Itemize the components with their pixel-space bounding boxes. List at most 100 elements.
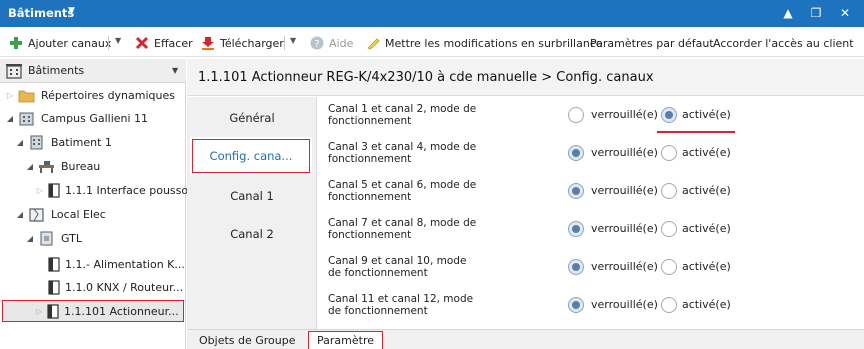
parameter-label: Canal 1 et canal 2, mode de fonctionneme… bbox=[328, 103, 477, 127]
buildings-icon bbox=[6, 64, 22, 79]
download-dropdown-icon[interactable]: ▼ bbox=[290, 36, 296, 45]
highlight-changes-label: Mettre les modifications en surbrillance bbox=[385, 36, 603, 50]
default-params-label: Paramètres par défaut bbox=[590, 36, 714, 50]
delete-button[interactable]: Effacer bbox=[135, 34, 193, 52]
room-icon bbox=[28, 207, 45, 222]
device-icon bbox=[48, 279, 60, 295]
radio-active-label[interactable]: activé(e) bbox=[682, 146, 731, 159]
tree-item-label: 1.1.1 Interface pousso... bbox=[65, 183, 199, 197]
add-channels-dropdown-icon[interactable]: ▼ bbox=[115, 36, 121, 45]
radio-active[interactable] bbox=[661, 297, 677, 313]
radio-locked-label[interactable]: verrouillé(e) bbox=[591, 298, 658, 311]
collapse-arrow-icon[interactable]: ◢ bbox=[14, 210, 26, 219]
device-icon bbox=[47, 303, 59, 319]
help-button[interactable]: ? Aide bbox=[310, 34, 353, 52]
radio-active[interactable] bbox=[661, 259, 677, 275]
tree-item-routeur[interactable]: 1.1.0 KNX / Routeur... bbox=[46, 277, 183, 297]
parameter-list: Canal 1 et canal 2, mode de fonctionneme… bbox=[318, 97, 864, 329]
add-channels-button[interactable]: Ajouter canaux bbox=[9, 34, 111, 52]
default-params-button[interactable]: Paramètres par défaut bbox=[590, 34, 714, 52]
radio-locked-label[interactable]: verrouillé(e) bbox=[591, 184, 658, 197]
highlighter-icon bbox=[366, 36, 380, 50]
radio-active[interactable] bbox=[661, 221, 677, 237]
window-titlebar: Bâtiments ▼ ▲ ❐ ✕ bbox=[0, 0, 864, 27]
building-icon bbox=[18, 111, 35, 126]
parameter-nav: Général Config. cana... Canal 1 Canal 2 bbox=[187, 97, 317, 329]
desk-icon bbox=[38, 159, 55, 174]
parameter-label: Canal 9 et canal 10, mode de fonctionnem… bbox=[328, 255, 467, 279]
grant-access-button[interactable]: Accorder l'accès au client bbox=[713, 34, 854, 52]
building-icon bbox=[28, 135, 45, 150]
nav-canal-1[interactable]: Canal 1 bbox=[187, 177, 317, 215]
folder-icon bbox=[18, 88, 35, 103]
tree-item-interface[interactable]: ▷ 1.1.1 Interface pousso... bbox=[34, 180, 198, 200]
tree-item-gtl[interactable]: ◢ GTL bbox=[24, 228, 82, 248]
close-button[interactable]: ✕ bbox=[834, 3, 856, 23]
expand-arrow-icon[interactable]: ▷ bbox=[34, 186, 46, 195]
radio-locked[interactable] bbox=[568, 107, 584, 123]
tree-item-bureau[interactable]: ◢ Bureau bbox=[24, 156, 100, 176]
tree-item-local-elec[interactable]: ◢ Local Elec bbox=[14, 204, 106, 224]
parameter-row: Canal 11 et canal 12, mode de fonctionne… bbox=[318, 287, 864, 325]
parameter-label: Canal 3 et canal 4, mode de fonctionneme… bbox=[328, 141, 477, 165]
nav-config-canaux[interactable]: Config. cana... bbox=[190, 137, 312, 175]
radio-locked-label[interactable]: verrouillé(e) bbox=[591, 260, 658, 273]
radio-locked[interactable] bbox=[568, 145, 584, 161]
collapse-arrow-icon[interactable]: ◢ bbox=[14, 138, 26, 147]
tree-item-batiment-1[interactable]: ◢ Batiment 1 bbox=[14, 132, 112, 152]
tree-item-actionneur[interactable]: ▷ 1.1.101 Actionneur... bbox=[2, 300, 184, 322]
nav-canal-2[interactable]: Canal 2 bbox=[187, 215, 317, 253]
tab-group-objects[interactable]: Objets de Groupe bbox=[191, 332, 304, 349]
radio-active-label[interactable]: activé(e) bbox=[682, 298, 731, 311]
radio-active-label[interactable]: activé(e) bbox=[682, 260, 731, 273]
delete-label: Effacer bbox=[154, 36, 193, 50]
parameter-row: Canal 1 et canal 2, mode de fonctionneme… bbox=[318, 97, 864, 135]
tree-item-label: 1.1.- Alimentation K... bbox=[65, 257, 185, 271]
title-dropdown-icon[interactable]: ▼ bbox=[68, 6, 75, 16]
radio-locked[interactable] bbox=[568, 183, 584, 199]
window-title: Bâtiments bbox=[8, 6, 75, 20]
highlight-changes-button[interactable]: Mettre les modifications en surbrillance bbox=[366, 34, 603, 52]
tree-item-label: Campus Gallieni 11 bbox=[41, 111, 149, 125]
radio-active[interactable] bbox=[661, 107, 677, 123]
device-icon bbox=[48, 182, 60, 198]
collapse-arrow-icon[interactable]: ◢ bbox=[4, 114, 16, 123]
radio-active-label[interactable]: activé(e) bbox=[682, 184, 731, 197]
radio-locked-label[interactable]: verrouillé(e) bbox=[591, 146, 658, 159]
collapse-arrow-icon[interactable]: ◢ bbox=[24, 234, 36, 243]
radio-active-label[interactable]: activé(e) bbox=[682, 108, 731, 121]
building-tree: ▷ Répertoires dynamiques ◢ Campus Gallie… bbox=[0, 83, 198, 349]
radio-active-label[interactable]: activé(e) bbox=[682, 222, 731, 235]
radio-locked[interactable] bbox=[568, 221, 584, 237]
tree-item-campus[interactable]: ◢ Campus Gallieni 11 bbox=[4, 108, 148, 128]
cabinet-icon bbox=[38, 231, 55, 246]
tree-item-label: 1.1.101 Actionneur... bbox=[64, 304, 179, 318]
help-label: Aide bbox=[329, 36, 354, 50]
svg-text:?: ? bbox=[314, 39, 319, 50]
radio-locked-label[interactable]: verrouillé(e) bbox=[591, 222, 658, 235]
expand-arrow-icon[interactable]: ▷ bbox=[33, 307, 45, 316]
collapse-arrow-icon[interactable]: ◢ bbox=[24, 162, 36, 171]
radio-locked-label[interactable]: verrouillé(e) bbox=[591, 108, 658, 121]
add-channels-label: Ajouter canaux bbox=[28, 36, 112, 50]
tree-panel-dropdown-icon[interactable]: ▼ bbox=[172, 66, 178, 75]
download-label: Télécharger bbox=[220, 36, 284, 50]
tree-item-alimentation[interactable]: 1.1.- Alimentation K... bbox=[46, 254, 185, 274]
radio-active[interactable] bbox=[661, 145, 677, 161]
download-button[interactable]: Télécharger bbox=[201, 34, 284, 52]
tree-item-dynamic-folders[interactable]: ▷ Répertoires dynamiques bbox=[4, 85, 175, 105]
tree-panel-header: Bâtiments ▼ bbox=[0, 59, 186, 83]
tab-parameter[interactable]: Paramètre bbox=[308, 331, 383, 349]
expand-arrow-icon[interactable]: ▷ bbox=[4, 91, 16, 100]
nav-general[interactable]: Général bbox=[187, 99, 317, 137]
radio-locked[interactable] bbox=[568, 259, 584, 275]
device-header: 1.1.101 Actionneur REG-K/4x230/10 à cde … bbox=[187, 59, 864, 96]
radio-locked[interactable] bbox=[568, 297, 584, 313]
radio-active[interactable] bbox=[661, 183, 677, 199]
restore-button[interactable]: ❐ bbox=[805, 3, 827, 23]
device-icon bbox=[48, 256, 60, 272]
page-title: 1.1.101 Actionneur REG-K/4x230/10 à cde … bbox=[198, 70, 654, 85]
tree-item-label: Batiment 1 bbox=[51, 135, 112, 149]
tree-item-label: Local Elec bbox=[51, 207, 106, 221]
collapse-button[interactable]: ▲ bbox=[777, 3, 799, 23]
